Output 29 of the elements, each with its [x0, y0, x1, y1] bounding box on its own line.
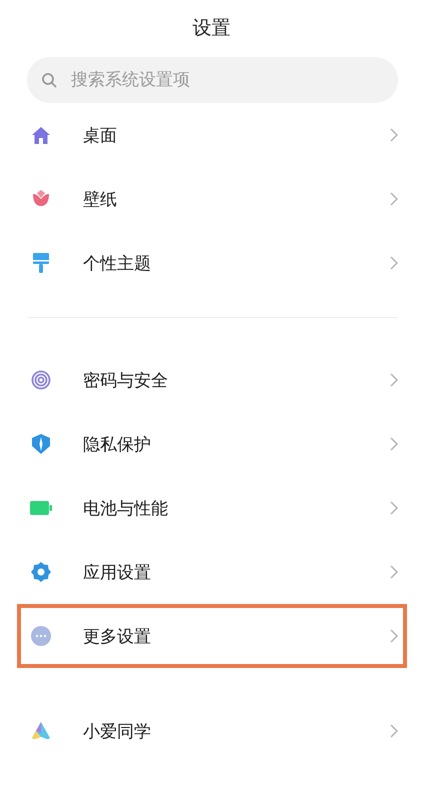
- chevron-icon: [390, 437, 398, 451]
- tulip-icon: [32, 190, 50, 208]
- fingerprint-icon: [31, 370, 51, 390]
- chevron-icon: [390, 128, 398, 142]
- chevron-icon: [390, 629, 398, 643]
- settings-item[interactable]: 电池与性能: [17, 476, 407, 540]
- chevron-icon: [390, 373, 398, 387]
- settings-item[interactable]: 壁纸: [17, 167, 407, 231]
- chevron-icon: [390, 192, 398, 206]
- shield-icon: [31, 434, 51, 454]
- search-field[interactable]: 搜索系统设置项: [27, 57, 398, 103]
- chevron-icon: [390, 724, 398, 738]
- settings-item[interactable]: 隐私保护: [17, 412, 407, 476]
- chevron-icon: [390, 501, 398, 515]
- settings-item[interactable]: 更多设置: [17, 604, 407, 668]
- gear-icon: [31, 562, 51, 582]
- chevron-icon: [390, 565, 398, 579]
- settings-item[interactable]: 小爱同学: [17, 699, 407, 763]
- chevron-icon: [390, 256, 398, 270]
- settings-item[interactable]: 密码与安全: [17, 348, 407, 412]
- settings-item[interactable]: 个性主题: [17, 231, 407, 295]
- more-icon: [31, 626, 51, 646]
- assistant-icon: [31, 721, 51, 741]
- settings-item[interactable]: 应用设置: [17, 540, 407, 604]
- settings-item[interactable]: 桌面: [17, 103, 407, 167]
- paintbrush-icon: [33, 253, 49, 273]
- house-icon: [31, 126, 51, 144]
- battery-icon: [30, 501, 52, 515]
- page-title: 设置: [192, 16, 232, 41]
